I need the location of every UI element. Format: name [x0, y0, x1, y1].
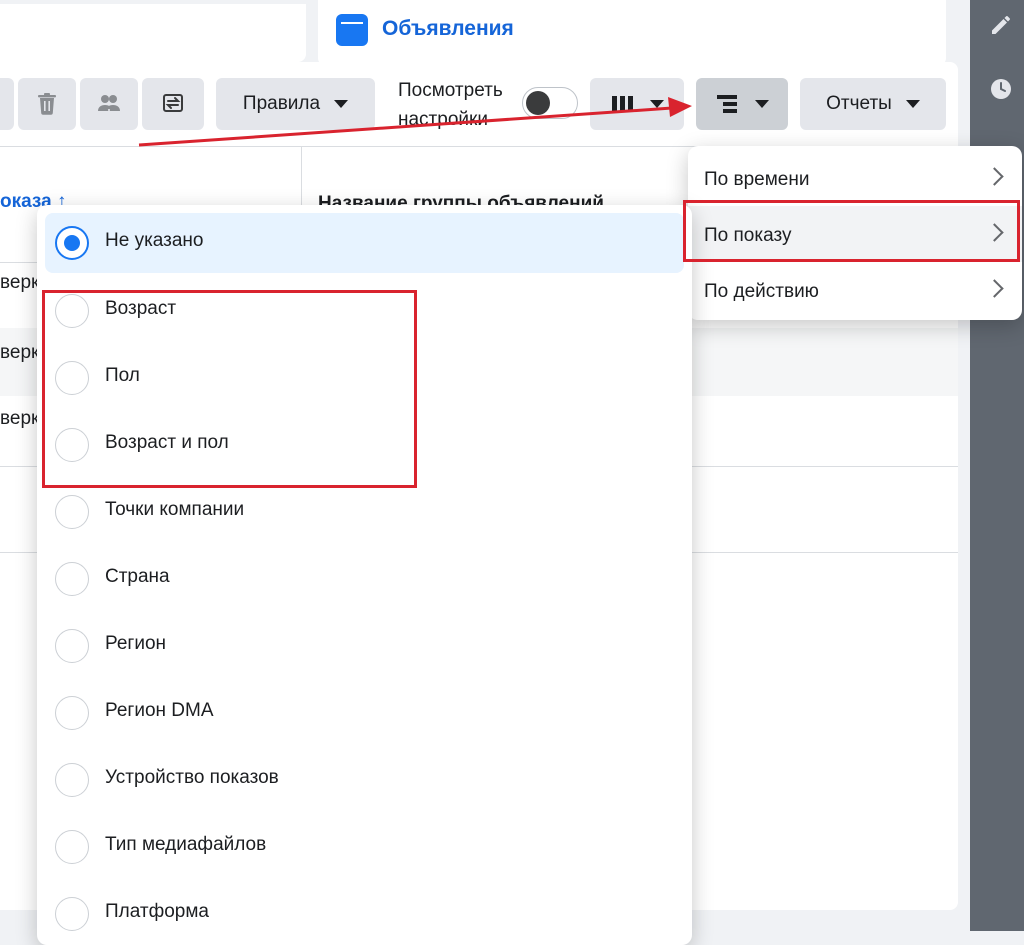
annotation-arrow — [138, 97, 692, 147]
